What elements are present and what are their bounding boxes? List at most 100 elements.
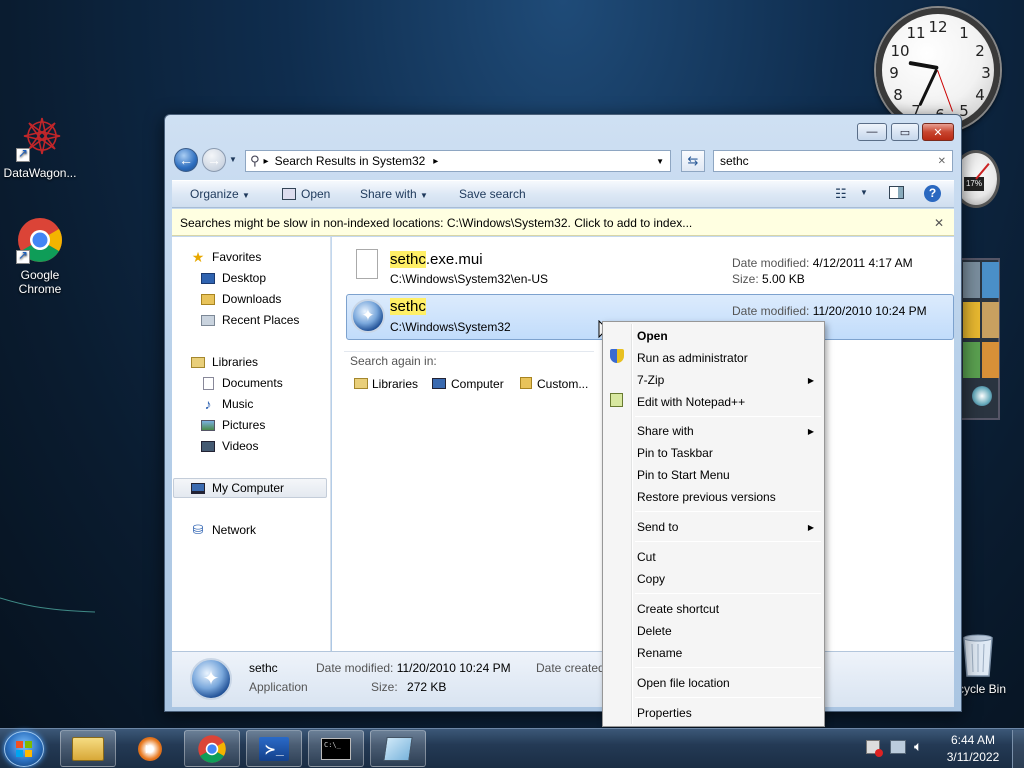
explorer-window[interactable]: — ▭ ✕ ← → ▼ ⚲ ▸ Search Results in System…: [164, 114, 962, 712]
menu-item-open[interactable]: Open: [637, 329, 668, 343]
forward-button[interactable]: →: [202, 148, 226, 172]
datawagon-icon: [16, 114, 64, 162]
menu-item-rename[interactable]: Rename: [637, 646, 682, 660]
clock-number: 1: [959, 24, 969, 42]
clock-time: 6:44 AM: [950, 733, 996, 747]
refresh-button[interactable]: ⇆: [681, 150, 705, 172]
desktop-icon-chrome[interactable]: Google Chrome: [0, 216, 80, 296]
slideshow-gadget[interactable]: [960, 258, 1000, 420]
search-results-icon: ⚲: [250, 153, 260, 168]
menu-item-copy[interactable]: Copy: [637, 572, 665, 586]
start-button[interactable]: [4, 731, 44, 767]
link-label: Computer: [451, 377, 504, 391]
meta-value: 272 KB: [407, 680, 447, 694]
search-again-computer[interactable]: Computer: [432, 377, 504, 391]
clock-minute-hand: [918, 68, 938, 107]
slideshow-thumb: [982, 302, 999, 338]
nav-favorites[interactable]: ★ Favorites: [190, 247, 262, 267]
navigation-pane: ★ Favorites Desktop Downloads Recent Plac…: [172, 237, 331, 651]
taskbar-chrome[interactable]: [184, 730, 240, 767]
notepad-icon: [383, 736, 413, 761]
menu-item-restore-versions[interactable]: Restore previous versions: [637, 490, 776, 504]
clock-number: 10: [890, 42, 910, 60]
computer-icon: [432, 378, 446, 389]
nav-my-computer[interactable]: My Computer: [190, 478, 284, 498]
back-button[interactable]: ←: [174, 148, 198, 172]
menu-item-cut[interactable]: Cut: [637, 550, 656, 564]
divider: [344, 351, 594, 352]
nav-network[interactable]: ⛁ Network: [190, 520, 256, 540]
taskbar-notepad[interactable]: [370, 730, 426, 767]
desktop-icon-datawagon[interactable]: DataWagon...: [0, 114, 80, 180]
minimize-button[interactable]: —: [857, 123, 887, 141]
details-filename: sethc: [249, 661, 278, 675]
clock-number: 2: [975, 42, 985, 60]
menu-item-open-file-location[interactable]: Open file location: [637, 676, 730, 690]
help-icon[interactable]: ?: [924, 185, 941, 202]
nav-documents[interactable]: Documents: [200, 373, 283, 393]
taskbar-media-player[interactable]: ▶: [122, 730, 178, 767]
breadcrumb-separator-icon[interactable]: ▸: [433, 156, 438, 167]
maximize-button[interactable]: ▭: [891, 123, 919, 141]
nav-music[interactable]: ♪ Music: [200, 394, 254, 414]
network-icon: ⛁: [192, 522, 204, 537]
menu-item-send-to[interactable]: Send to: [637, 520, 678, 534]
desktop-scribble: [0, 597, 96, 613]
network-tray-icon[interactable]: [890, 740, 906, 757]
details-date-modified: Date modified: 11/20/2010 10:24 PM: [316, 661, 511, 675]
menu-item-create-shortcut[interactable]: Create shortcut: [637, 602, 719, 616]
organize-button[interactable]: Organize ▼: [190, 187, 250, 201]
nav-label: Desktop: [222, 271, 267, 285]
nav-libraries[interactable]: Libraries: [190, 352, 258, 372]
open-button[interactable]: Open: [282, 187, 330, 201]
breadcrumb-current[interactable]: Search Results in System32: [275, 154, 426, 168]
clear-search-icon[interactable]: ✕: [938, 156, 946, 167]
menu-item-7zip[interactable]: 7-Zip: [637, 373, 664, 387]
result-date: Date modified: 4/12/2011 4:17 AM: [732, 256, 913, 270]
menu-separator: [635, 541, 821, 542]
save-search-button[interactable]: Save search: [459, 187, 526, 201]
nav-videos[interactable]: Videos: [200, 436, 258, 456]
show-desktop-button[interactable]: [1012, 730, 1024, 768]
action-center-icon[interactable]: [866, 740, 883, 757]
recent-places-icon: [200, 313, 216, 327]
menu-item-pin-taskbar[interactable]: Pin to Taskbar: [637, 446, 713, 460]
result-row[interactable]: sethc.exe.mui C:\Windows\System32\en-US …: [348, 247, 956, 289]
search-input[interactable]: sethc: [720, 154, 749, 168]
nav-recent-places[interactable]: Recent Places: [200, 310, 299, 330]
menu-item-edit-notepadpp[interactable]: Edit with Notepad++: [637, 395, 745, 409]
search-again-custom[interactable]: Custom...: [520, 377, 588, 391]
menu-item-share-with[interactable]: Share with: [637, 424, 694, 438]
menu-item-pin-start[interactable]: Pin to Start Menu: [637, 468, 730, 482]
menu-item-run-as-admin[interactable]: Run as administrator: [637, 351, 748, 365]
nav-desktop[interactable]: Desktop: [200, 268, 266, 288]
nav-downloads[interactable]: Downloads: [200, 289, 281, 309]
address-bar[interactable]: ⚲ ▸ Search Results in System32 ▸ ▼: [245, 150, 671, 172]
recent-pages-chevron-icon[interactable]: ▼: [229, 155, 237, 164]
close-infobar-icon[interactable]: ✕: [934, 216, 944, 230]
libraries-icon: [354, 378, 368, 389]
taskbar-explorer[interactable]: [60, 730, 116, 767]
index-warning-bar[interactable]: Searches might be slow in non-indexed lo…: [172, 209, 954, 236]
taskbar-cmd[interactable]: C:\_: [308, 730, 364, 767]
breadcrumb-separator-icon[interactable]: ▸: [264, 156, 269, 167]
share-with-button[interactable]: Share with ▼: [360, 187, 428, 201]
menu-item-properties[interactable]: Properties: [637, 706, 692, 720]
volume-icon[interactable]: 🔈︎: [914, 738, 922, 755]
view-dropdown-icon[interactable]: ▼: [860, 188, 868, 197]
taskbar-powershell[interactable]: ≻_: [246, 730, 302, 767]
close-button[interactable]: ✕: [922, 123, 954, 141]
search-box[interactable]: sethc ✕: [713, 150, 953, 172]
nav-pictures[interactable]: Pictures: [200, 415, 265, 435]
cmd-icon: C:\_: [321, 737, 351, 760]
slideshow-thumb: [963, 262, 980, 298]
nav-label: Downloads: [222, 292, 282, 306]
menu-item-delete[interactable]: Delete: [637, 624, 672, 638]
nav-label: Music: [222, 397, 254, 411]
view-options-icon[interactable]: ☷: [835, 186, 847, 202]
uac-shield-icon: [610, 349, 624, 363]
preview-pane-icon[interactable]: [889, 186, 904, 202]
address-dropdown-icon[interactable]: ▼: [656, 157, 664, 166]
search-again-libraries[interactable]: Libraries: [354, 377, 418, 391]
system-clock[interactable]: 6:44 AM 3/11/2022: [940, 733, 1006, 764]
